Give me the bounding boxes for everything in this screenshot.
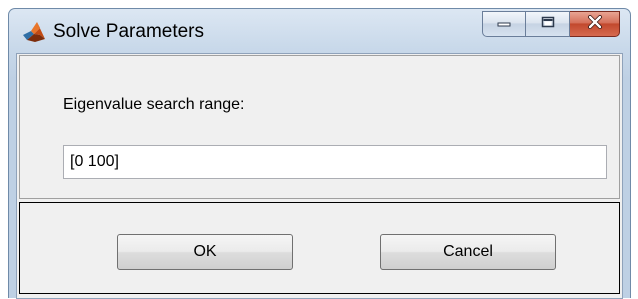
cancel-button[interactable]: Cancel (380, 234, 556, 270)
title-bar[interactable]: Solve Parameters (9, 9, 630, 53)
dialog-content: Eigenvalue search range: OK Cancel (16, 53, 623, 299)
minimize-icon (496, 15, 512, 33)
eigenvalue-range-input[interactable] (63, 145, 607, 179)
matlab-logo-icon (23, 22, 45, 42)
window-title: Solve Parameters (53, 21, 205, 42)
close-icon (587, 14, 603, 34)
eigenvalue-range-label: Eigenvalue search range: (63, 96, 245, 113)
minimize-button[interactable] (482, 11, 526, 37)
maximize-icon (540, 15, 556, 34)
maximize-button[interactable] (526, 11, 570, 37)
ok-button[interactable]: OK (117, 234, 293, 270)
dialog-window: Solve Parameters Eigenvalue search range… (8, 8, 631, 299)
close-button[interactable] (570, 11, 620, 37)
caption-buttons (482, 11, 620, 37)
